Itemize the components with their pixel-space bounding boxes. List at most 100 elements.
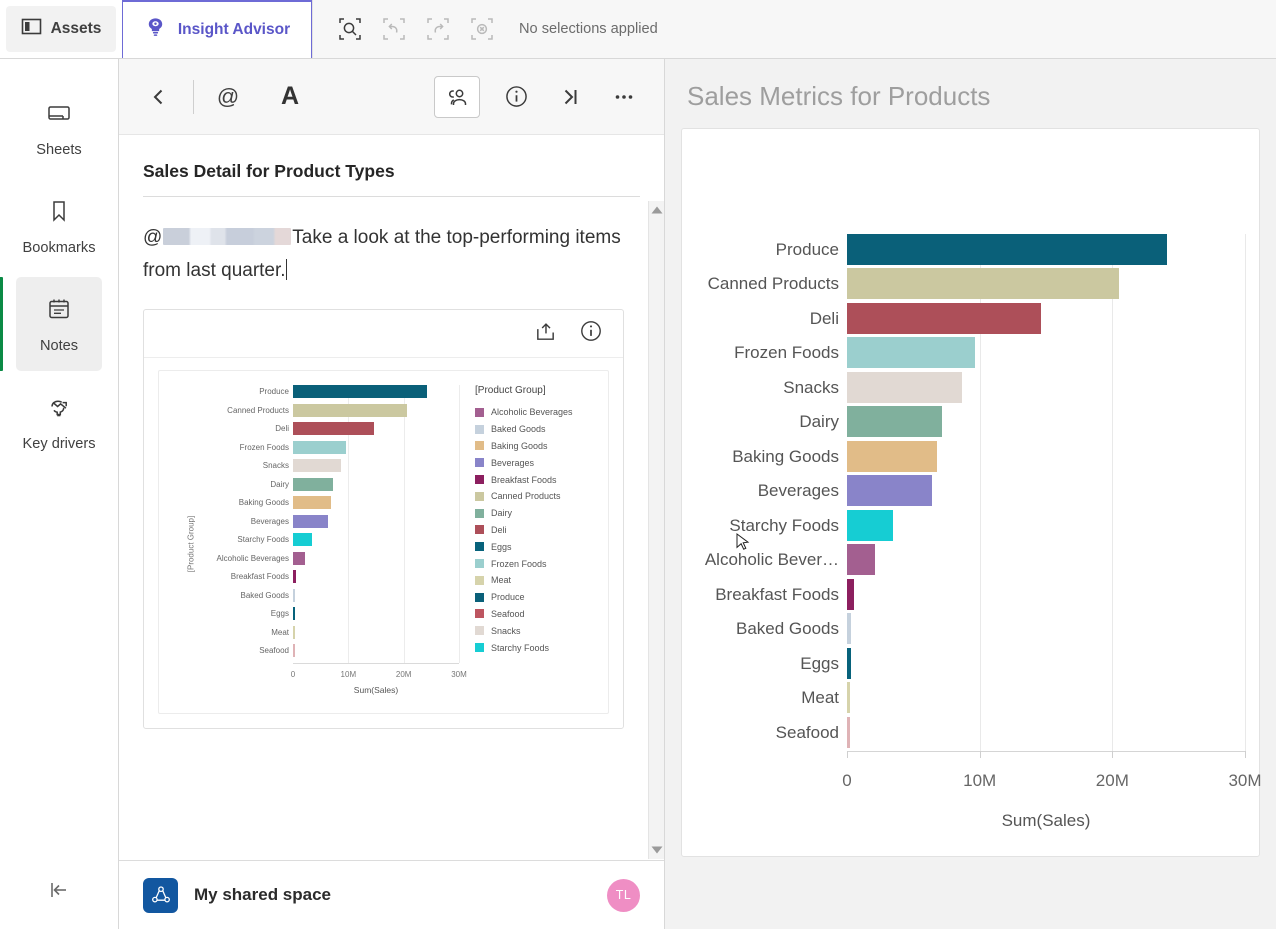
bar-row[interactable]: Produce [776, 234, 1168, 265]
legend-item[interactable]: Starchy Foods [475, 639, 600, 656]
selection-undo-icon[interactable] [381, 16, 407, 42]
bar-row[interactable]: Produce [259, 385, 427, 398]
bar-row[interactable]: Alcoholic Bever… [705, 544, 875, 576]
bar-row[interactable]: Beverages [251, 514, 329, 528]
legend-item[interactable]: Alcoholic Beverages [475, 404, 600, 421]
chevron-left-icon[interactable] [141, 79, 177, 115]
bar[interactable] [847, 406, 943, 438]
assets-button[interactable]: Assets [6, 6, 116, 52]
note-text-editor[interactable]: @ Take a look at the top-performing items… [119, 197, 664, 287]
legend-item[interactable]: Breakfast Foods [475, 471, 600, 488]
sidebar-item-sheets[interactable]: Sheets [16, 81, 102, 175]
tab-insight-advisor[interactable]: Insight Advisor [122, 0, 312, 58]
bar-row[interactable]: Canned Products [708, 268, 1120, 300]
bar[interactable] [847, 647, 851, 679]
legend-item[interactable]: Canned Products [475, 488, 600, 505]
bar-row[interactable]: Meat [801, 682, 850, 714]
bar[interactable] [293, 570, 296, 584]
bar-row[interactable]: Seafood [776, 716, 850, 748]
bar-row[interactable]: Baking Goods [239, 496, 331, 510]
scroll-up-arrow[interactable] [649, 206, 664, 214]
people-share-icon[interactable] [434, 75, 480, 118]
bar-row[interactable]: Starchy Foods [237, 533, 313, 547]
bar[interactable] [293, 533, 313, 547]
legend-item[interactable]: Dairy [475, 505, 600, 522]
bar[interactable] [293, 422, 375, 436]
avatar[interactable]: TL [607, 878, 640, 912]
bar-row[interactable]: Deli [275, 422, 375, 436]
info-icon[interactable] [579, 319, 603, 348]
bar-row[interactable]: Eggs [800, 647, 851, 679]
bar[interactable] [847, 234, 1168, 265]
sidebar-item-notes[interactable]: Notes [0, 277, 102, 371]
text-format-icon[interactable]: A [272, 79, 308, 115]
bar[interactable] [293, 385, 427, 398]
bar-row[interactable]: Breakfast Foods [715, 578, 854, 610]
legend-item[interactable]: Deli [475, 522, 600, 539]
bar[interactable] [847, 302, 1042, 334]
info-icon[interactable] [498, 79, 534, 115]
bar-row[interactable]: Snacks [263, 459, 342, 473]
sidebar-item-bookmarks[interactable]: Bookmarks [16, 179, 102, 273]
at-mention-icon[interactable]: @ [210, 79, 246, 115]
legend-item[interactable]: Snacks [475, 622, 600, 639]
more-options-icon[interactable] [606, 79, 642, 115]
bar-row[interactable]: Breakfast Foods [231, 570, 296, 584]
shared-space-icon[interactable] [143, 877, 178, 913]
bar-row[interactable]: Baked Goods [736, 613, 851, 645]
bar-row[interactable]: Alcoholic Beverages [217, 551, 305, 565]
bar[interactable] [293, 551, 305, 565]
bar[interactable] [847, 268, 1120, 300]
bar-row[interactable]: Frozen Foods [734, 337, 975, 369]
bar[interactable] [847, 337, 975, 369]
bar-row[interactable]: Starchy Foods [729, 509, 894, 541]
embedded-chart-card[interactable]: [Product Group] Sum(Sales) 0 10M 20M 30M Pro… [143, 309, 624, 729]
legend-item[interactable]: Seafood [475, 606, 600, 623]
bar-row[interactable]: Snacks [783, 371, 963, 403]
main-chart-card[interactable]: Sum(Sales) 0 10M 20M 30M Produce Canned Produ… [681, 128, 1262, 857]
bar[interactable] [847, 578, 854, 610]
bar[interactable] [293, 644, 295, 658]
bar[interactable] [847, 440, 937, 472]
bar[interactable] [847, 682, 850, 714]
bar[interactable] [847, 509, 894, 541]
legend-item[interactable]: Eggs [475, 538, 600, 555]
bar-row[interactable]: Beverages [758, 475, 932, 507]
bar-row[interactable]: Canned Products [227, 403, 407, 417]
sidebar-item-key-drivers[interactable]: Key drivers [16, 375, 102, 469]
bar[interactable] [293, 477, 333, 491]
bar[interactable] [293, 496, 331, 510]
bar-row[interactable]: Deli [810, 302, 1042, 334]
bar[interactable] [847, 544, 875, 576]
legend-item[interactable]: Baking Goods [475, 438, 600, 455]
scroll-down-arrow[interactable] [649, 846, 664, 854]
bar-row[interactable]: Baking Goods [732, 440, 937, 472]
legend-item[interactable]: Frozen Foods [475, 555, 600, 572]
bar-row[interactable]: Frozen Foods [240, 440, 347, 454]
expand-right-icon[interactable] [552, 79, 588, 115]
bar[interactable] [293, 607, 295, 621]
bar-row[interactable]: Dairy [270, 477, 333, 491]
selection-search-icon[interactable] [337, 16, 363, 42]
bar[interactable] [847, 716, 850, 748]
bar-row[interactable]: Dairy [799, 406, 943, 438]
embedded-bar-chart[interactable]: [Product Group] Sum(Sales) 0 10M 20M 30M Pro… [158, 370, 609, 714]
bar[interactable] [293, 440, 347, 454]
legend-item[interactable]: Produce [475, 589, 600, 606]
legend-item[interactable]: Meat [475, 572, 600, 589]
selection-clear-icon[interactable] [469, 16, 495, 42]
collapse-left-icon[interactable] [0, 879, 118, 901]
bar[interactable] [293, 514, 329, 528]
legend-item[interactable]: Baked Goods [475, 421, 600, 438]
bar[interactable] [293, 625, 295, 639]
bar-row[interactable]: Baked Goods [241, 588, 295, 602]
bar[interactable] [293, 588, 295, 602]
bar[interactable] [293, 403, 407, 417]
bar[interactable] [847, 475, 932, 507]
legend-item[interactable]: Beverages [475, 454, 600, 471]
notes-scrollbar[interactable] [648, 201, 664, 859]
bar[interactable] [293, 459, 342, 473]
bar[interactable] [847, 613, 851, 645]
share-export-icon[interactable] [534, 320, 557, 348]
selection-redo-icon[interactable] [425, 16, 451, 42]
